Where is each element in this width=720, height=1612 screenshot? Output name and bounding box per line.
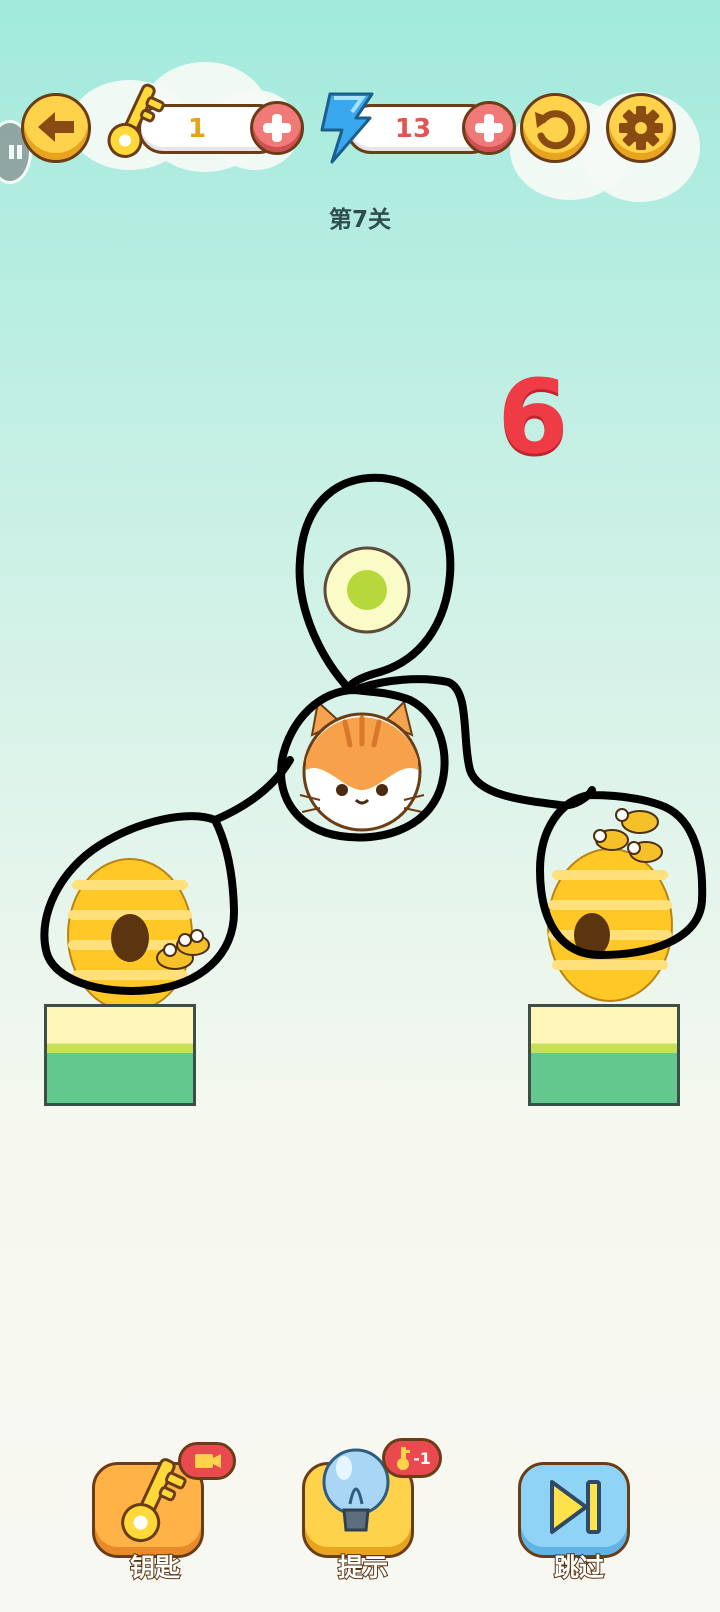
pedestal-right [528, 1004, 680, 1106]
key-icon [397, 1447, 411, 1470]
video-badge [178, 1442, 236, 1480]
beehive-right [547, 848, 673, 1002]
hint-cost: -1 [413, 1448, 431, 1468]
key-button[interactable]: 钥匙 [90, 1442, 236, 1583]
play-area[interactable] [0, 0, 720, 1120]
hint-cost-badge: -1 [382, 1438, 442, 1478]
skip-button-label: 跳过 [553, 1552, 605, 1583]
key-button-label: 钥匙 [129, 1552, 181, 1583]
skip-button[interactable]: 跳过 [514, 1450, 644, 1583]
video-icon [195, 1454, 221, 1468]
hint-button[interactable]: -1 提示 [302, 1438, 442, 1583]
pedestal-left [44, 1004, 196, 1106]
hint-button-label: 提示 [337, 1552, 389, 1583]
skip-icon [550, 1480, 601, 1534]
cat [299, 700, 425, 832]
ball [323, 546, 411, 634]
